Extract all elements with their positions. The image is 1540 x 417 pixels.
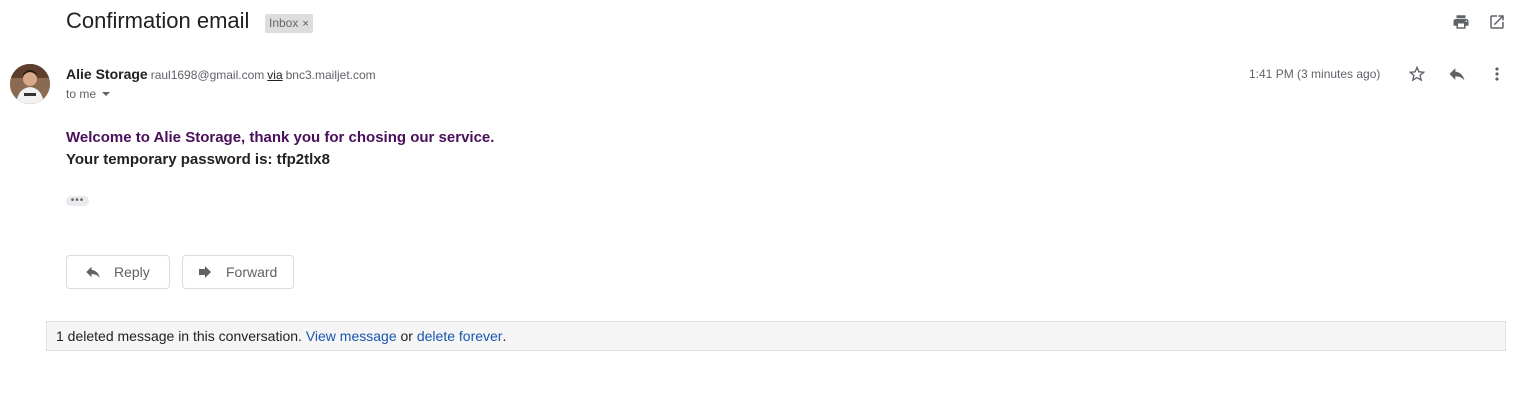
reply-label: Reply [114, 264, 150, 280]
show-trimmed-content-button[interactable]: ••• [66, 196, 89, 206]
sender-line: Alie Storage raul1698@gmail.com via bnc3.ma… [66, 66, 376, 82]
label-text: Inbox [269, 16, 299, 30]
inbox-label-chip[interactable]: Inbox × [265, 14, 313, 33]
deleted-notice-or: or [400, 328, 413, 344]
more-vert-icon[interactable] [1487, 64, 1507, 84]
chevron-down-icon[interactable] [102, 92, 111, 96]
recipient-details-toggle[interactable]: to me [66, 87, 111, 101]
sender-email: raul1698@gmail.com [150, 68, 265, 82]
email-subject: Confirmation email [66, 8, 250, 33]
reply-button[interactable]: Reply [66, 255, 170, 289]
reply-icon[interactable] [1447, 64, 1467, 84]
email-body-password: Your temporary password is: tfp2tlx8 [66, 151, 330, 168]
to-label: to me [66, 87, 97, 101]
via-domain: bnc3.mailjet.com [285, 68, 376, 82]
reply-icon [86, 266, 100, 278]
deleted-message-notice: 1 deleted message in this conversation. … [46, 321, 1506, 351]
via-link[interactable]: via [267, 68, 282, 82]
star-icon[interactable] [1407, 64, 1427, 84]
sender-avatar[interactable] [10, 64, 50, 104]
email-view: Confirmation email Inbox × Alie Storage ra… [0, 0, 1540, 417]
email-timestamp: 1:41 PM (3 minutes ago) [1249, 67, 1381, 81]
deleted-notice-period: . [502, 328, 507, 344]
forward-button[interactable]: Forward [182, 255, 294, 289]
delete-forever-link[interactable]: delete forever [417, 328, 503, 344]
forward-icon [199, 266, 211, 278]
open-in-new-window-icon[interactable] [1487, 12, 1507, 32]
deleted-notice-text: 1 deleted message in this conversation. [56, 328, 302, 344]
email-body-welcome: Welcome to Alie Storage, thank you for c… [66, 129, 495, 146]
remove-label-icon[interactable]: × [302, 18, 308, 30]
sender-name[interactable]: Alie Storage [66, 66, 148, 82]
view-message-link[interactable]: View message [306, 328, 397, 344]
print-icon[interactable] [1451, 12, 1471, 32]
forward-label: Forward [226, 264, 278, 280]
